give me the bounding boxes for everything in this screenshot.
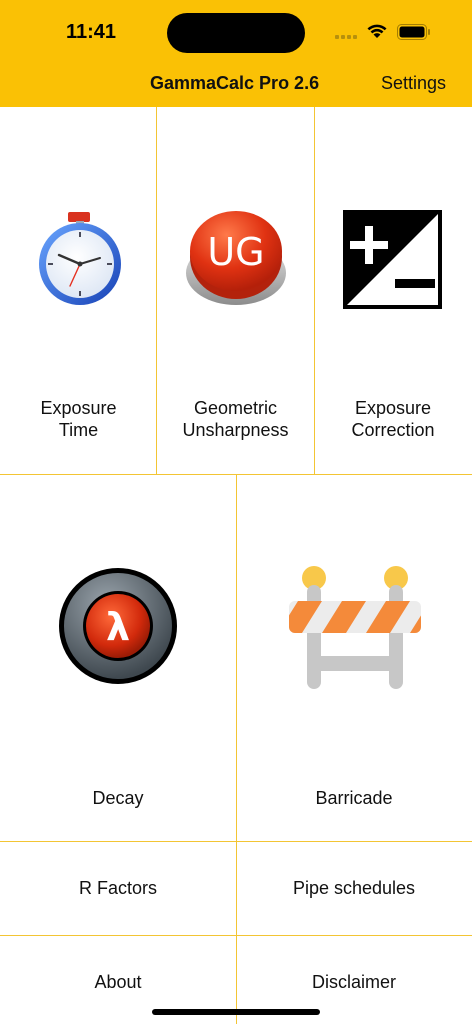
grid-divider <box>156 107 157 474</box>
home-indicator[interactable] <box>152 1009 320 1015</box>
grid-divider <box>236 474 237 1024</box>
grid-divider <box>0 474 472 475</box>
tile-label: Geometric <box>193 398 278 418</box>
svg-text:λ: λ <box>106 605 130 649</box>
tile-label: Disclaimer <box>311 972 396 992</box>
tile-geometric-unsharpness[interactable]: UG Geometric Unsharpness <box>157 107 314 474</box>
cellular-signal-icon <box>335 35 357 39</box>
tile-label: Barricade <box>315 788 393 808</box>
grid-divider <box>314 107 315 474</box>
tile-exposure-correction[interactable]: Exposure Correction <box>314 107 472 474</box>
lambda-icon: λ <box>59 568 177 684</box>
grid-divider <box>0 935 472 936</box>
tile-barricade[interactable]: Barricade <box>236 474 472 841</box>
tile-label: Correction <box>351 420 435 440</box>
dynamic-island <box>167 13 305 53</box>
tile-label: Decay <box>92 788 144 808</box>
page-title: GammaCalc Pro 2.6 <box>150 73 320 93</box>
tile-label: R Factors <box>78 878 157 898</box>
tile-label: Exposure <box>40 398 117 418</box>
tile-exposure-time[interactable]: Exposure Time <box>0 107 157 474</box>
tile-label: Time <box>58 420 99 440</box>
stopwatch-icon <box>39 212 121 305</box>
ug-button-icon: UG <box>186 211 286 305</box>
plus-minus-icon <box>343 210 442 309</box>
tile-label: Pipe schedules <box>292 878 416 898</box>
tile-label: Unsharpness <box>182 420 289 440</box>
wifi-icon <box>367 24 387 38</box>
barricade-icon <box>289 566 421 689</box>
grid-divider <box>0 841 472 842</box>
svg-text:UG: UG <box>207 230 264 274</box>
settings-button[interactable]: Settings <box>381 73 446 94</box>
tile-r-factors[interactable]: R Factors <box>0 841 236 935</box>
status-time: 11:41 <box>66 21 117 43</box>
app-header: 11:41 GammaCalc Pro 2.6 Settings <box>0 0 472 107</box>
tile-pipe-schedules[interactable]: Pipe schedules <box>236 841 472 935</box>
battery-icon <box>397 24 430 40</box>
tile-label: About <box>94 972 142 992</box>
tile-label: Exposure <box>354 398 432 418</box>
tile-decay[interactable]: λ Decay <box>0 474 236 841</box>
